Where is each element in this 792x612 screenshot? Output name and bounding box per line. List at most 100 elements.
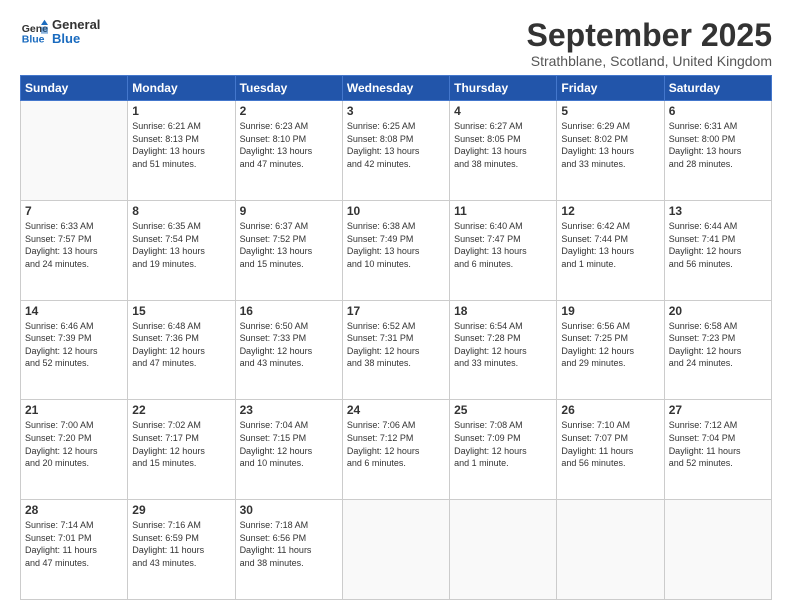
col-header-thursday: Thursday — [450, 76, 557, 101]
calendar-cell: 10Sunrise: 6:38 AM Sunset: 7:49 PM Dayli… — [342, 200, 449, 300]
calendar-cell: 15 Sunrise: 6:48 AM Sunset: 7:36 PM Dayli… — [128, 300, 235, 400]
day-info: Sunrise: 7:08 AM Sunset: 7:09 PM Dayligh… — [454, 419, 552, 469]
day-number: 25 — [454, 403, 552, 417]
day-number: 27 — [669, 403, 767, 417]
day-info: Sunrise: 7:14 AM Sunset: 7:01 PM Dayligh… — [25, 519, 123, 569]
day-info: Sunrise: 6:27 AM Sunset: 8:05 PM Dayligh… — [454, 120, 552, 170]
calendar-cell: 22 Sunrise: 7:02 AM Sunset: 7:17 PM Dayli… — [128, 400, 235, 500]
day-info: Sunrise: 7:10 AM Sunset: 7:07 PM Dayligh… — [561, 419, 659, 469]
calendar-cell: 2 Sunrise: 6:23 AM Sunset: 8:10 PM Daylig… — [235, 101, 342, 201]
day-info: Sunrise: 6:46 AM Sunset: 7:39 PM Dayligh… — [25, 320, 123, 370]
calendar-cell: 19 Sunrise: 6:56 AM Sunset: 7:25 PM Dayli… — [557, 300, 664, 400]
header: General Blue General Blue September 2025… — [20, 18, 772, 69]
calendar-header-row: SundayMondayTuesdayWednesdayThursdayFrid… — [21, 76, 772, 101]
day-number: 24 — [347, 403, 445, 417]
calendar-cell: 23 Sunrise: 7:04 AM Sunset: 7:15 PM Dayli… — [235, 400, 342, 500]
day-number: 7 — [25, 204, 123, 218]
day-info: Sunrise: 7:18 AM Sunset: 6:56 PM Dayligh… — [240, 519, 338, 569]
calendar-week-3: 14 Sunrise: 6:46 AM Sunset: 7:39 PM Dayli… — [21, 300, 772, 400]
day-info: Sunrise: 6:58 AM Sunset: 7:23 PM Dayligh… — [669, 320, 767, 370]
calendar-cell: 17Sunrise: 6:52 AM Sunset: 7:31 PM Dayli… — [342, 300, 449, 400]
day-info: Sunrise: 6:29 AM Sunset: 8:02 PM Dayligh… — [561, 120, 659, 170]
calendar-week-1: 1Sunrise: 6:21 AM Sunset: 8:13 PM Daylig… — [21, 101, 772, 201]
day-number: 30 — [240, 503, 338, 517]
calendar-cell: 26Sunrise: 7:10 AM Sunset: 7:07 PM Dayli… — [557, 400, 664, 500]
calendar-cell — [557, 500, 664, 600]
day-number: 22 — [132, 403, 230, 417]
day-info: Sunrise: 6:40 AM Sunset: 7:47 PM Dayligh… — [454, 220, 552, 270]
day-number: 16 — [240, 304, 338, 318]
calendar-cell: 25 Sunrise: 7:08 AM Sunset: 7:09 PM Dayli… — [450, 400, 557, 500]
calendar-cell: 16 Sunrise: 6:50 AM Sunset: 7:33 PM Dayli… — [235, 300, 342, 400]
day-number: 13 — [669, 204, 767, 218]
day-number: 21 — [25, 403, 123, 417]
col-header-friday: Friday — [557, 76, 664, 101]
calendar-cell: 14 Sunrise: 6:46 AM Sunset: 7:39 PM Dayli… — [21, 300, 128, 400]
calendar-cell — [21, 101, 128, 201]
calendar-cell: 20 Sunrise: 6:58 AM Sunset: 7:23 PM Dayli… — [664, 300, 771, 400]
logo-blue: Blue — [52, 32, 100, 46]
logo-general: General — [52, 18, 100, 32]
day-info: Sunrise: 6:35 AM Sunset: 7:54 PM Dayligh… — [132, 220, 230, 270]
col-header-monday: Monday — [128, 76, 235, 101]
day-info: Sunrise: 7:04 AM Sunset: 7:15 PM Dayligh… — [240, 419, 338, 469]
day-number: 6 — [669, 104, 767, 118]
day-info: Sunrise: 7:12 AM Sunset: 7:04 PM Dayligh… — [669, 419, 767, 469]
calendar-cell: 7 Sunrise: 6:33 AM Sunset: 7:57 PM Daylig… — [21, 200, 128, 300]
day-info: Sunrise: 6:25 AM Sunset: 8:08 PM Dayligh… — [347, 120, 445, 170]
month-title: September 2025 — [527, 18, 772, 53]
calendar-cell: 29Sunrise: 7:16 AM Sunset: 6:59 PM Dayli… — [128, 500, 235, 600]
page: General Blue General Blue September 2025… — [0, 0, 792, 612]
day-number: 23 — [240, 403, 338, 417]
calendar-cell: 18 Sunrise: 6:54 AM Sunset: 7:28 PM Dayli… — [450, 300, 557, 400]
col-header-saturday: Saturday — [664, 76, 771, 101]
svg-text:Blue: Blue — [22, 34, 45, 46]
day-info: Sunrise: 6:33 AM Sunset: 7:57 PM Dayligh… — [25, 220, 123, 270]
calendar-cell: 8 Sunrise: 6:35 AM Sunset: 7:54 PM Daylig… — [128, 200, 235, 300]
day-info: Sunrise: 6:23 AM Sunset: 8:10 PM Dayligh… — [240, 120, 338, 170]
logo: General Blue General Blue — [20, 18, 100, 47]
day-info: Sunrise: 6:31 AM Sunset: 8:00 PM Dayligh… — [669, 120, 767, 170]
day-info: Sunrise: 6:42 AM Sunset: 7:44 PM Dayligh… — [561, 220, 659, 270]
day-number: 15 — [132, 304, 230, 318]
col-header-tuesday: Tuesday — [235, 76, 342, 101]
day-number: 14 — [25, 304, 123, 318]
calendar-cell: 5 Sunrise: 6:29 AM Sunset: 8:02 PM Daylig… — [557, 101, 664, 201]
day-info: Sunrise: 6:21 AM Sunset: 8:13 PM Dayligh… — [132, 120, 230, 170]
day-number: 20 — [669, 304, 767, 318]
day-info: Sunrise: 6:48 AM Sunset: 7:36 PM Dayligh… — [132, 320, 230, 370]
day-number: 29 — [132, 503, 230, 517]
day-info: Sunrise: 6:52 AM Sunset: 7:31 PM Dayligh… — [347, 320, 445, 370]
calendar-cell: 12Sunrise: 6:42 AM Sunset: 7:44 PM Dayli… — [557, 200, 664, 300]
day-info: Sunrise: 6:44 AM Sunset: 7:41 PM Dayligh… — [669, 220, 767, 270]
day-info: Sunrise: 6:38 AM Sunset: 7:49 PM Dayligh… — [347, 220, 445, 270]
day-info: Sunrise: 6:50 AM Sunset: 7:33 PM Dayligh… — [240, 320, 338, 370]
calendar-cell: 13 Sunrise: 6:44 AM Sunset: 7:41 PM Dayli… — [664, 200, 771, 300]
day-info: Sunrise: 7:06 AM Sunset: 7:12 PM Dayligh… — [347, 419, 445, 469]
day-number: 2 — [240, 104, 338, 118]
calendar-cell: 28Sunrise: 7:14 AM Sunset: 7:01 PM Dayli… — [21, 500, 128, 600]
title-block: September 2025 Strathblane, Scotland, Un… — [527, 18, 772, 69]
day-info: Sunrise: 7:02 AM Sunset: 7:17 PM Dayligh… — [132, 419, 230, 469]
day-info: Sunrise: 6:56 AM Sunset: 7:25 PM Dayligh… — [561, 320, 659, 370]
calendar-cell: 24 Sunrise: 7:06 AM Sunset: 7:12 PM Dayli… — [342, 400, 449, 500]
calendar-cell: 27 Sunrise: 7:12 AM Sunset: 7:04 PM Dayli… — [664, 400, 771, 500]
calendar-cell: 4Sunrise: 6:27 AM Sunset: 8:05 PM Daylig… — [450, 101, 557, 201]
calendar-cell: 3Sunrise: 6:25 AM Sunset: 8:08 PM Daylig… — [342, 101, 449, 201]
day-number: 8 — [132, 204, 230, 218]
location: Strathblane, Scotland, United Kingdom — [527, 53, 772, 69]
day-info: Sunrise: 7:00 AM Sunset: 7:20 PM Dayligh… — [25, 419, 123, 469]
day-number: 11 — [454, 204, 552, 218]
calendar-cell: 1Sunrise: 6:21 AM Sunset: 8:13 PM Daylig… — [128, 101, 235, 201]
calendar-cell — [342, 500, 449, 600]
calendar-cell: 21 Sunrise: 7:00 AM Sunset: 7:20 PM Dayli… — [21, 400, 128, 500]
day-number: 9 — [240, 204, 338, 218]
logo-icon: General Blue — [20, 18, 48, 46]
day-number: 5 — [561, 104, 659, 118]
calendar-cell: 30 Sunrise: 7:18 AM Sunset: 6:56 PM Dayli… — [235, 500, 342, 600]
calendar-week-5: 28Sunrise: 7:14 AM Sunset: 7:01 PM Dayli… — [21, 500, 772, 600]
day-number: 19 — [561, 304, 659, 318]
day-number: 18 — [454, 304, 552, 318]
calendar-cell — [664, 500, 771, 600]
day-info: Sunrise: 6:54 AM Sunset: 7:28 PM Dayligh… — [454, 320, 552, 370]
